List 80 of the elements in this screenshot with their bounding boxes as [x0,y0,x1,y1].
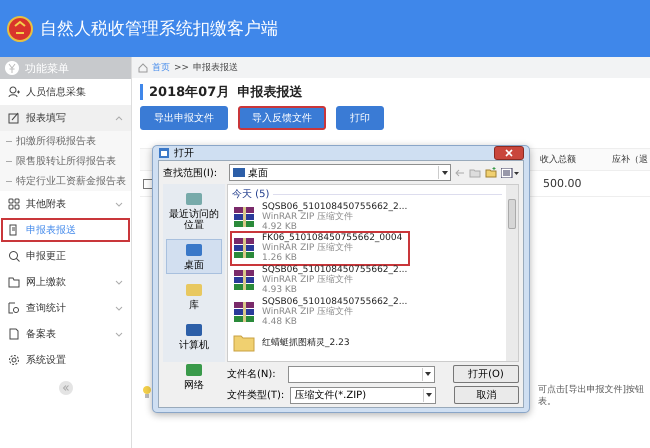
notice-text: 可点击[导出申报文件]按钮 表。 [538,384,644,408]
chevron-down-icon [115,332,123,336]
archive-icon [232,300,256,324]
view-menu-icon[interactable] [501,168,519,178]
submenu-item[interactable]: 扣缴所得税报告表 [0,131,131,151]
dropdown-icon [426,393,432,397]
group-header: 今天 (5) [232,188,270,201]
document-icon [8,328,20,340]
archive-icon [232,268,256,292]
close-button[interactable] [494,146,524,160]
close-icon [505,149,513,157]
archive-icon [232,204,256,229]
file-item[interactable]: SQSB06_510108450755662_2... WinRAR ZIP 压缩文件 4.93 KB [232,264,502,296]
menu-item[interactable]: 人员信息采集 [0,79,131,105]
up-folder-icon[interactable] [469,168,481,178]
file-item[interactable]: SQSB06_510108450755662_2... WinRAR ZIP 压缩文件 4.48 KB [232,296,502,328]
home-icon [138,62,148,72]
column-header: 收入总额 [540,154,577,166]
new-folder-icon[interactable] [485,167,497,178]
column-header: 应补（退 [612,154,649,166]
emblem-icon [6,14,34,42]
archive-icon [232,236,256,260]
menu-group[interactable]: 其他附表 [0,191,131,217]
file-type-label: 文件类型(T): [227,388,284,402]
yuan-icon [5,61,19,75]
page-title: 申报表报送 [237,84,302,101]
file-item[interactable]: SQSB06_510108450755662_2... WinRAR ZIP 压缩文件 4.92 KB [232,201,502,233]
menu-group[interactable]: 查询统计 [0,295,131,321]
chevron-down-icon [115,280,123,284]
file-name-label: 文件名(N): [227,368,277,381]
dialog-title: 打开 [174,146,195,160]
place-item[interactable]: 库 [166,279,222,314]
breadcrumb-separator: >> [174,62,190,72]
look-in-label: 查找范围(I): [163,166,218,180]
back-arrow-icon[interactable] [455,168,465,176]
file-name-field[interactable] [288,366,435,382]
magnifier-document-icon [8,302,20,314]
lightbulb-icon [140,384,154,400]
action-button[interactable]: 导出申报文件 [140,106,228,130]
chevron-down-icon [115,202,123,206]
folder-icon [8,276,20,288]
place-item[interactable]: 计算机 [166,319,222,354]
row-checkbox[interactable] [143,178,153,188]
action-button[interactable]: 导入反馈文件 [238,106,326,130]
cancel-button[interactable]: 取消 [454,386,519,404]
app-title: 自然人税收管理系统扣缴客户端 [40,18,278,40]
file-item[interactable]: FK06_510108450755662_0004 WinRAR ZIP 压缩文件 1.26 KB [232,232,408,264]
sidebar-title: 功能菜单 [25,60,69,76]
window-icon [158,147,170,159]
place-item[interactable]: 桌面 [166,239,222,274]
submenu-item[interactable]: 特定行业工资薪金报告表 [0,171,131,191]
person-icon [8,86,20,98]
chevron-up-icon [115,116,123,120]
menu-group[interactable]: 备案表 [0,321,131,347]
place-item[interactable]: 最近访问的位置 [166,188,222,234]
look-in-select[interactable]: 桌面 [229,164,451,181]
file-type-select[interactable]: 压缩文件(*.ZIP) [290,386,436,404]
monitor-icon [233,168,245,177]
file-item[interactable]: 红蜻蜓抓图精灵_2.23 [232,327,502,359]
menu-item[interactable]: 申报更正 [0,243,131,269]
action-button[interactable]: 打印 [336,106,384,130]
table-cell-text: 500.00 [543,177,582,190]
chevron-down-icon [115,306,123,310]
collapse-icon[interactable] [58,381,72,395]
grid-icon [8,198,20,210]
breadcrumb-current: 申报表报送 [193,62,238,74]
menu-item[interactable]: 系统设置 [0,347,131,373]
period-title: 2018年07月 [149,84,230,101]
place-item[interactable]: 网络 [166,359,222,394]
search-icon [8,250,20,262]
scrollbar[interactable] [506,185,518,361]
submenu-item[interactable]: 限售股转让所得报告表 [0,151,131,171]
dropdown-icon [425,372,432,376]
menu-group[interactable]: 网上缴款 [0,269,131,295]
open-button[interactable]: 打开(O) [452,365,520,383]
menu-item[interactable]: 申报表报送 [0,217,131,243]
menu-group[interactable]: 报表填写 [0,105,131,131]
edit-icon [8,112,20,124]
folder-icon [232,333,256,354]
settings-icon [8,354,20,366]
